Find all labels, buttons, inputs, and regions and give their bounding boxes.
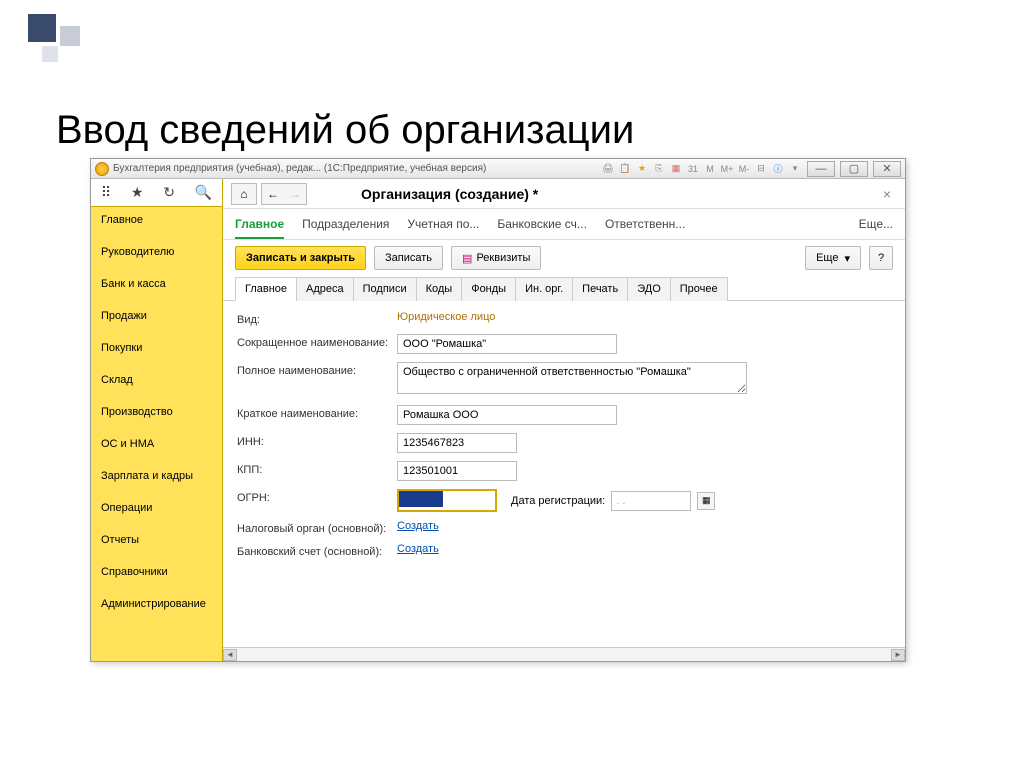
dropdown-icon[interactable]: ▾ (788, 162, 802, 176)
form-tab[interactable]: ЭДО (627, 277, 671, 301)
form-tab[interactable]: Адреса (296, 277, 354, 301)
kpp-label: КПП: (237, 461, 397, 476)
sidebar-item[interactable]: Производство (91, 399, 222, 425)
star-icon[interactable]: ★ (131, 184, 144, 201)
save-button[interactable]: Записать (374, 246, 443, 270)
short-name-label: Сокращенное наименование: (237, 334, 397, 349)
grid-icon[interactable]: ⠿ (101, 184, 111, 201)
form-tab[interactable]: Подписи (353, 277, 417, 301)
tax-authority-label: Налоговый орган (основной): (237, 520, 397, 535)
section-tabs: Главное Подразделения Учетная по... Банк… (223, 209, 905, 240)
sidebar-item[interactable]: Операции (91, 495, 222, 521)
brief-name-label: Краткое наименование: (237, 405, 397, 420)
section-tab[interactable]: Учетная по... (407, 213, 479, 239)
save-close-button[interactable]: Записать и закрыть (235, 246, 366, 270)
kpp-input[interactable] (397, 461, 517, 481)
form-tab[interactable]: Прочее (670, 277, 728, 301)
search-icon[interactable]: 🔍 (195, 184, 212, 201)
calc-icon[interactable]: ▦ (669, 162, 683, 176)
form-tab[interactable]: Коды (416, 277, 463, 301)
ogrn-input[interactable] (397, 489, 497, 512)
help-button[interactable]: ? (869, 246, 893, 270)
star-icon[interactable]: ★ (635, 162, 649, 176)
calendar-icon[interactable]: 31 (686, 162, 700, 176)
nav-back-forward[interactable]: ←→ (261, 183, 307, 205)
page-title: Организация (создание) * (361, 186, 538, 202)
inn-label: ИНН: (237, 433, 397, 448)
inn-input[interactable] (397, 433, 517, 453)
ogrn-label: ОГРН: (237, 489, 397, 504)
form-tab[interactable]: Печать (572, 277, 628, 301)
sidebar: ⠿ ★ ↻ 🔍 Главное Руководителю Банк и касс… (91, 179, 223, 661)
toolbar-icon[interactable]: 📋 (618, 162, 632, 176)
requisites-button[interactable]: ▤Реквизиты (451, 246, 541, 270)
form-tab-main[interactable]: Главное (235, 277, 297, 301)
toolbar-icon[interactable]: 🖨 (601, 162, 615, 176)
window-minimize-button[interactable]: — (807, 161, 835, 177)
action-bar: Записать и закрыть Записать ▤Реквизиты Е… (223, 240, 905, 276)
brief-name-input[interactable] (397, 405, 617, 425)
section-tab-main[interactable]: Главное (235, 213, 284, 239)
toolbar-icon[interactable]: ⎘ (652, 162, 666, 176)
bank-account-label: Банковский счет (основной): (237, 543, 397, 558)
sidebar-item[interactable]: Склад (91, 367, 222, 393)
sidebar-item[interactable]: Покупки (91, 335, 222, 361)
section-tab-more[interactable]: Еще... (859, 213, 893, 239)
slide-title: Ввод сведений об организации (56, 108, 634, 153)
create-bank-link[interactable]: Создать (397, 543, 439, 555)
sidebar-item[interactable]: Банк и касса (91, 271, 222, 297)
sidebar-item[interactable]: Главное (91, 207, 222, 233)
form-body: Вид: Юридическое лицо Сокращенное наимен… (223, 301, 905, 647)
form-tabs: Главное Адреса Подписи Коды Фонды Ин. ор… (223, 276, 905, 301)
m-plus-button[interactable]: M+ (720, 162, 734, 176)
history-icon[interactable]: ↻ (163, 184, 175, 201)
sidebar-item[interactable]: Справочники (91, 559, 222, 585)
sidebar-item[interactable]: Отчеты (91, 527, 222, 553)
horizontal-scrollbar[interactable]: ◄► (223, 647, 905, 661)
section-tab[interactable]: Банковские сч... (497, 213, 587, 239)
more-button[interactable]: Еще▾ (805, 246, 861, 270)
short-name-input[interactable] (397, 334, 617, 354)
regdate-input[interactable]: . . (611, 491, 691, 511)
sidebar-item[interactable]: Продажи (91, 303, 222, 329)
sidebar-item[interactable]: ОС и НМА (91, 431, 222, 457)
m-button[interactable]: M (703, 162, 717, 176)
section-tab[interactable]: Ответственн... (605, 213, 685, 239)
full-name-input[interactable] (397, 362, 747, 394)
type-label: Вид: (237, 311, 397, 326)
type-value[interactable]: Юридическое лицо (397, 311, 891, 323)
full-name-label: Полное наименование: (237, 362, 397, 377)
home-button[interactable]: ⌂ (231, 183, 257, 205)
form-tab[interactable]: Ин. орг. (515, 277, 573, 301)
sidebar-tools: ⠿ ★ ↻ 🔍 (91, 179, 222, 207)
calendar-icon[interactable]: ▦ (697, 492, 715, 510)
info-icon[interactable]: ⓘ (771, 162, 785, 176)
m-minus-button[interactable]: M- (737, 162, 751, 176)
window-title: Бухгалтерия предприятия (учебная), редак… (113, 163, 486, 174)
toolbar-icon[interactable]: ⊟ (754, 162, 768, 176)
sidebar-item[interactable]: Зарплата и кадры (91, 463, 222, 489)
app-window: Бухгалтерия предприятия (учебная), редак… (90, 158, 906, 662)
slide-decoration (28, 14, 82, 68)
close-tab-button[interactable]: × (877, 186, 897, 202)
window-maximize-button[interactable]: ▢ (840, 161, 868, 177)
app-logo-icon (95, 162, 109, 176)
sidebar-item[interactable]: Руководителю (91, 239, 222, 265)
window-close-button[interactable]: ✕ (873, 161, 901, 177)
section-tab[interactable]: Подразделения (302, 213, 389, 239)
regdate-label: Дата регистрации: (511, 495, 605, 507)
create-tax-link[interactable]: Создать (397, 520, 439, 532)
main-area: ⌂ ←→ Организация (создание) * × Главное … (223, 179, 905, 661)
sidebar-item[interactable]: Администрирование (91, 591, 222, 617)
window-titlebar: Бухгалтерия предприятия (учебная), редак… (91, 159, 905, 179)
form-tab[interactable]: Фонды (461, 277, 516, 301)
